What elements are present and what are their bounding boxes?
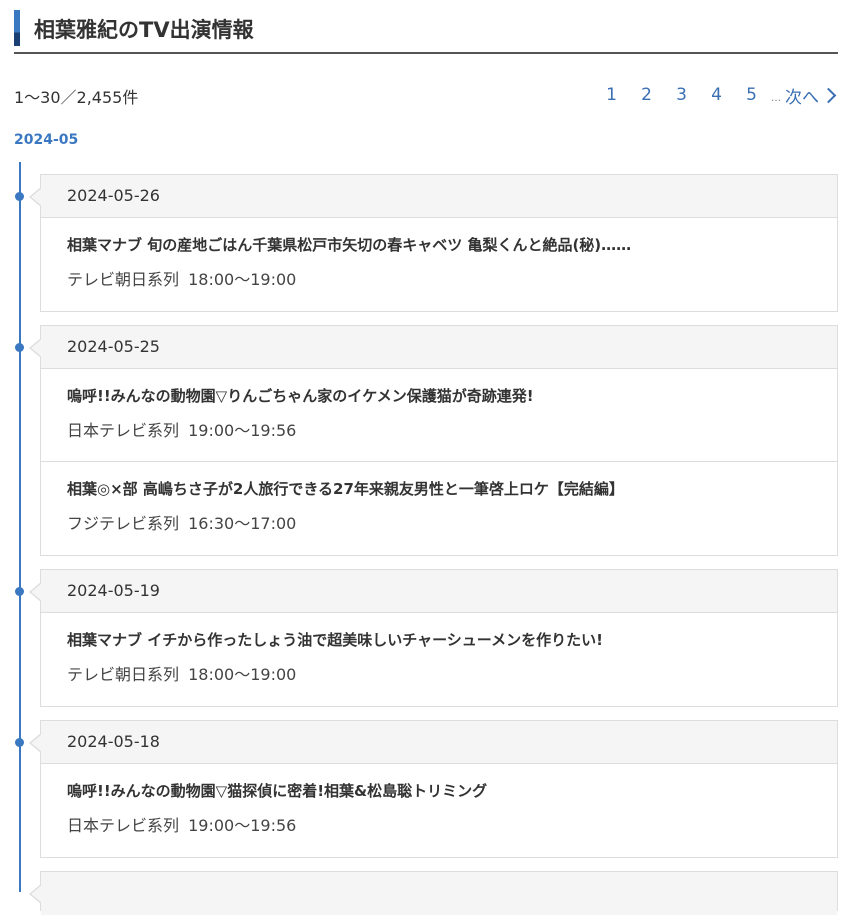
timeline-dot-icon <box>15 738 24 747</box>
timeline: 2024-05-26 相葉マナブ 旬の産地ごはん千葉県松戸市矢切の春キャベツ 亀… <box>15 174 838 924</box>
program-meta: テレビ朝日系列 18:00〜19:00 <box>67 665 837 685</box>
program-channel: フジテレビ系列 <box>67 514 180 533</box>
program-time: 18:00〜19:00 <box>188 665 297 684</box>
program-channel: 日本テレビ系列 <box>67 421 180 440</box>
program-meta: 日本テレビ系列 19:00〜19:56 <box>67 816 837 836</box>
program-meta: 日本テレビ系列 19:00〜19:56 <box>67 421 837 441</box>
day-group: 2024-05-25 嗚呼!!みんなの動物園▽りんごちゃん家のイケメン保護猫が奇… <box>15 325 838 556</box>
day-date: 2024-05-19 <box>41 570 837 613</box>
program-time: 19:00〜19:56 <box>188 421 297 440</box>
program-meta: テレビ朝日系列 18:00〜19:00 <box>67 270 837 290</box>
program-item[interactable]: 相葉◎×部 高嶋ちさ子が2人旅行できる27年来親友男性と一筆啓上ロケ【完結編】 … <box>41 462 837 555</box>
timeline-dot-icon <box>15 192 24 201</box>
timeline-dot-icon <box>15 587 24 596</box>
program-item[interactable]: 相葉マナブ イチから作ったしょう油で超美味しいチャーシューメンを作りたい! テレ… <box>41 613 837 706</box>
program-channel: テレビ朝日系列 <box>67 270 180 289</box>
timeline-dot-icon <box>15 343 24 352</box>
day-date: 2024-05-18 <box>41 721 837 764</box>
program-item[interactable]: 嗚呼!!みんなの動物園▽りんごちゃん家のイケメン保護猫が奇跡連発! 日本テレビ系… <box>41 369 837 462</box>
page-link-5[interactable]: 5 <box>734 85 769 105</box>
program-item[interactable]: 相葉マナブ 旬の産地ごはん千葉県松戸市矢切の春キャベツ 亀梨くんと絶品(秘)……… <box>41 218 837 311</box>
day-group: 2024-05-26 相葉マナブ 旬の産地ごはん千葉県松戸市矢切の春キャベツ 亀… <box>15 174 838 312</box>
next-page-label: 次へ <box>785 87 819 108</box>
program-title[interactable]: 相葉マナブ 旬の産地ごはん千葉県松戸市矢切の春キャベツ 亀梨くんと絶品(秘)…… <box>67 234 837 256</box>
day-group: 2024-05-18 嗚呼!!みんなの動物園▽猫探偵に密着!相葉&松島聡トリミン… <box>15 720 838 858</box>
program-title[interactable]: 相葉マナブ イチから作ったしょう油で超美味しいチャーシューメンを作りたい! <box>67 629 837 651</box>
program-title[interactable]: 嗚呼!!みんなの動物園▽猫探偵に密着!相葉&松島聡トリミング <box>67 780 837 802</box>
program-channel: テレビ朝日系列 <box>67 665 180 684</box>
pagination-ellipsis: … <box>771 92 781 104</box>
day-date-partial <box>41 872 837 915</box>
result-count: 1〜30／2,455件 <box>14 88 139 107</box>
pagination: 1 2 3 4 5 … 次へ <box>594 82 838 108</box>
program-item[interactable]: 嗚呼!!みんなの動物園▽猫探偵に密着!相葉&松島聡トリミング 日本テレビ系列 1… <box>41 764 837 857</box>
program-meta: フジテレビ系列 16:30〜17:00 <box>67 514 837 534</box>
day-group: 2024-05-19 相葉マナブ イチから作ったしょう油で超美味しいチャーシュー… <box>15 569 838 707</box>
page-link-1[interactable]: 1 <box>594 85 629 105</box>
page-header: 相葉雅紀のTV出演情報 <box>14 10 838 54</box>
page-title: 相葉雅紀のTV出演情報 <box>34 18 254 42</box>
day-date: 2024-05-25 <box>41 326 837 369</box>
day-group-partial <box>29 871 838 915</box>
page-link-4[interactable]: 4 <box>699 85 734 105</box>
month-heading: 2024-05 <box>14 132 79 148</box>
program-channel: 日本テレビ系列 <box>67 816 180 835</box>
program-title[interactable]: 嗚呼!!みんなの動物園▽りんごちゃん家のイケメン保護猫が奇跡連発! <box>67 385 837 407</box>
title-accent-bar <box>14 10 20 46</box>
program-title[interactable]: 相葉◎×部 高嶋ちさ子が2人旅行できる27年来親友男性と一筆啓上ロケ【完結編】 <box>67 478 837 500</box>
day-date: 2024-05-26 <box>41 175 837 218</box>
page-link-2[interactable]: 2 <box>629 85 664 105</box>
timeline-line <box>19 162 21 892</box>
page-link-3[interactable]: 3 <box>664 85 699 105</box>
next-page-link[interactable]: 次へ <box>785 83 838 108</box>
program-time: 19:00〜19:56 <box>188 816 297 835</box>
chevron-right-icon <box>820 87 837 103</box>
program-time: 18:00〜19:00 <box>188 270 297 289</box>
program-time: 16:30〜17:00 <box>188 514 297 533</box>
